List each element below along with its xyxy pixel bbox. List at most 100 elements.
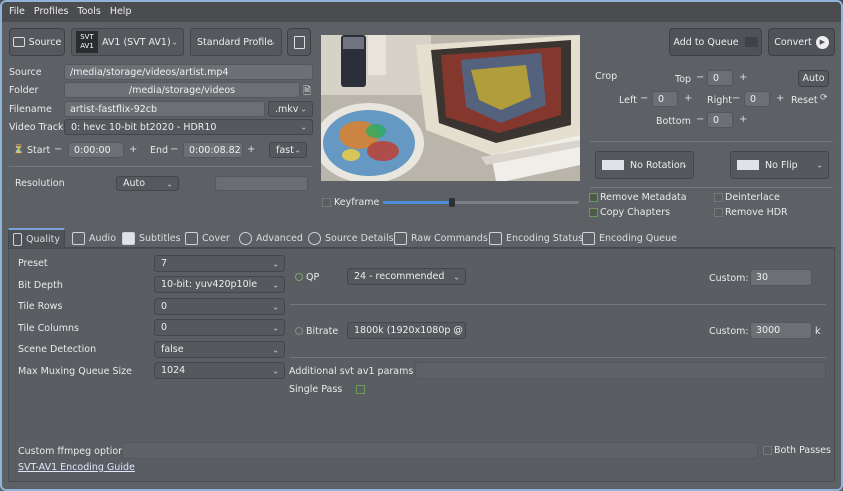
ffmpeg-options-field[interactable] [122, 442, 758, 459]
menu-file[interactable]: File [9, 6, 25, 17]
bit-depth-select[interactable]: 10-bit: yuv420p10le ⌄ [154, 276, 285, 293]
minus-icon[interactable]: − [54, 144, 62, 155]
search-icon [308, 231, 321, 245]
slider-handle[interactable] [448, 198, 455, 207]
crop-left-label: Left [619, 95, 637, 106]
end-time-field[interactable]: 0:00:08.82 [183, 142, 243, 158]
bit-depth-label: Bit Depth [18, 280, 63, 291]
menu-profiles[interactable]: Profiles [34, 6, 69, 17]
remove-hdr-checkbox[interactable] [714, 208, 723, 217]
minus-icon[interactable]: − [732, 93, 740, 104]
source-button[interactable]: Source [9, 28, 65, 56]
divider [290, 357, 826, 358]
additional-params-field[interactable] [415, 362, 826, 379]
plus-icon[interactable]: + [776, 93, 784, 104]
chevron-down-icon: ⌄ [453, 272, 460, 281]
encoding-guide-link[interactable]: SVT-AV1 Encoding Guide [18, 462, 135, 473]
custom-resolution-field[interactable] [215, 176, 308, 191]
crop-reset-button[interactable]: Reset [791, 95, 818, 106]
tab-raw-commands[interactable]: Raw Commands [390, 228, 492, 248]
folder-label: Folder [9, 85, 39, 96]
qp-custom-label: Custom: [709, 273, 749, 284]
qp-radio[interactable] [295, 273, 303, 281]
plus-icon[interactable]: + [247, 144, 255, 155]
crop-top-field[interactable]: 0 [707, 70, 733, 86]
tab-cover[interactable]: Cover [181, 228, 234, 248]
scene-detection-select[interactable]: false ⌄ [154, 341, 285, 358]
menu-help[interactable]: Help [110, 6, 132, 17]
tab-subtitles[interactable]: Subtitles [118, 228, 185, 248]
minus-icon[interactable]: − [696, 114, 704, 125]
tab-source-details[interactable]: Source Details [304, 228, 398, 248]
slider-fill [383, 201, 452, 204]
tile-columns-label: Tile Columns [18, 323, 79, 334]
chevron-down-icon: ⌄ [269, 37, 276, 47]
image-icon [185, 231, 198, 245]
tile-rows-select[interactable]: 0 ⌄ [154, 298, 285, 315]
max-muxing-select[interactable]: 1024 ⌄ [154, 362, 285, 379]
start-time-field[interactable]: 0:00:00 [68, 142, 124, 158]
minus-icon[interactable]: − [696, 72, 704, 83]
plus-icon[interactable]: + [129, 144, 137, 155]
tab-encoding-queue[interactable]: Encoding Queue [578, 228, 681, 248]
bitrate-radio[interactable] [295, 327, 303, 335]
add-to-queue-button[interactable]: Add to Queue [669, 28, 762, 56]
crop-right-field[interactable]: 0 [744, 91, 770, 107]
plus-icon[interactable]: + [684, 93, 692, 104]
tab-audio[interactable]: Audio [68, 228, 120, 248]
crop-bottom-field[interactable]: 0 [707, 112, 733, 128]
plus-icon[interactable]: + [739, 114, 747, 125]
chevron-down-icon: ⌄ [272, 323, 279, 332]
plus-icon[interactable]: + [739, 72, 747, 83]
ffmpeg-options-label: Custom ffmpeg options [18, 446, 130, 457]
qp-custom-field[interactable]: 30 [750, 269, 812, 286]
crop-left-field[interactable]: 0 [652, 91, 678, 107]
both-passes-label: Both Passes [774, 445, 831, 456]
preset-select[interactable]: 7 ⌄ [154, 255, 285, 272]
menu-tools[interactable]: Tools [77, 6, 100, 17]
audio-icon [72, 231, 85, 245]
crop-auto-button[interactable]: Auto [798, 70, 829, 87]
both-passes-checkbox[interactable] [763, 446, 772, 455]
minus-icon[interactable]: − [640, 93, 648, 104]
reset-icon[interactable]: ⟳ [820, 93, 828, 103]
chevron-down-icon: ⌄ [300, 104, 307, 114]
rotation-select[interactable]: No Rotation ⌄ [595, 151, 694, 179]
bitrate-select[interactable]: 1800k (1920x1080p @ ⌄ [347, 322, 466, 339]
minus-icon[interactable]: − [170, 144, 178, 155]
deinterlace-label: Deinterlace [725, 192, 780, 203]
tab-encoding-status[interactable]: Encoding Status [485, 228, 587, 248]
folder-browse-icon[interactable]: 🗎 [303, 84, 311, 101]
resolution-select[interactable]: Auto ⌄ [116, 176, 179, 191]
seek-speed-select[interactable]: fast ⌄ [269, 142, 307, 158]
tile-columns-select[interactable]: 0 ⌄ [154, 319, 285, 336]
qp-label: QP [306, 272, 320, 283]
encoder-select[interactable]: SVT AV1 AV1 (SVT AV1) ⌄ [71, 28, 184, 56]
preview-image [321, 35, 580, 181]
source-path-field[interactable]: /media/storage/videos/artist.mp4 [64, 64, 313, 80]
rotation-icon [602, 160, 624, 170]
extension-select[interactable]: .mkv ⌄ [268, 101, 313, 117]
copy-chapters-checkbox[interactable] [589, 208, 598, 217]
play-icon: ▶ [815, 35, 829, 49]
bitrate-custom-field[interactable]: 3000 [750, 322, 812, 339]
folder-path-field[interactable]: /media/storage/videos [64, 82, 300, 98]
preview-slider[interactable] [383, 198, 579, 207]
tab-advanced[interactable]: Advanced [235, 228, 307, 248]
video-track-select[interactable]: 0: hevc 10-bit bt2020 - HDR10 ⌄ [64, 119, 313, 135]
chevron-down-icon: ⌄ [166, 179, 173, 188]
additional-params-label: Additional svt av1 params [289, 366, 414, 377]
deinterlace-checkbox[interactable] [714, 193, 723, 202]
keyframe-checkbox[interactable] [322, 198, 331, 207]
filename-field[interactable]: artist-fastflix-92cb [64, 101, 265, 117]
convert-button[interactable]: Convert ▶ [768, 28, 835, 56]
flip-select[interactable]: No Flip ⌄ [730, 151, 829, 179]
flip-icon [737, 160, 759, 170]
single-pass-checkbox[interactable] [356, 385, 365, 394]
remove-metadata-checkbox[interactable] [589, 193, 598, 202]
clipboard-icon [489, 231, 502, 245]
profile-settings-button[interactable] [287, 28, 311, 56]
tab-quality[interactable]: Quality [8, 228, 65, 248]
qp-select[interactable]: 24 - recommended ⌄ [347, 268, 466, 285]
profile-select[interactable]: Standard Profile ⌄ [190, 28, 282, 56]
